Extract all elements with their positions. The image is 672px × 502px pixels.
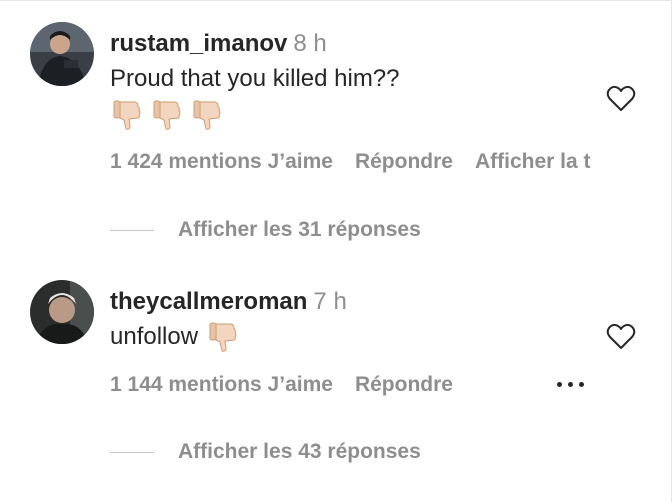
thumbs-down-icon: [113, 100, 141, 130]
comment-header: rustam_imanov 8 h: [110, 30, 630, 58]
comment-body: theycallmeroman 7 h unfollow: [110, 288, 630, 354]
heart-icon[interactable]: [606, 84, 636, 114]
view-replies-label: Afficher les 43 réponses: [178, 440, 421, 463]
dot: [579, 382, 584, 387]
thumbs-down-icon: [153, 100, 181, 130]
comment-text: unfollow: [110, 320, 630, 354]
thumbs-down-icon: [193, 100, 221, 130]
reply-button[interactable]: Répondre: [355, 373, 453, 396]
see-translation-link[interactable]: Afficher la t: [475, 150, 591, 173]
more-options-icon[interactable]: [557, 382, 584, 387]
avatar[interactable]: [30, 22, 94, 86]
comment-text: Proud that you killed him??: [110, 65, 400, 92]
username-link[interactable]: theycallmeroman: [110, 288, 307, 315]
thumbs-down-icon: [209, 322, 237, 352]
comment-text-content: unfollow: [110, 323, 199, 350]
comment-body: rustam_imanov 8 h Proud that you killed h…: [110, 30, 630, 132]
view-replies-button[interactable]: Afficher les 43 réponses: [110, 440, 421, 464]
username-link[interactable]: rustam_imanov: [110, 30, 287, 57]
comment-actions: 1 424 mentions J’aime Répondre Afficher la…: [110, 150, 668, 174]
view-replies-button[interactable]: Afficher les 31 réponses: [110, 218, 421, 242]
emoji-row: [110, 98, 630, 132]
likes-count-link[interactable]: 1 424 mentions J’aime: [110, 150, 333, 173]
view-replies-label: Afficher les 31 réponses: [178, 218, 421, 241]
comment-header: theycallmeroman 7 h: [110, 288, 630, 316]
likes-count-link[interactable]: 1 144 mentions J’aime: [110, 373, 333, 396]
reply-button[interactable]: Répondre: [355, 150, 453, 173]
avatar[interactable]: [30, 280, 94, 344]
heart-icon[interactable]: [606, 322, 636, 352]
timestamp[interactable]: 7 h: [313, 288, 346, 315]
timestamp[interactable]: 8 h: [293, 30, 326, 57]
replies-divider: [110, 229, 154, 231]
dot: [568, 382, 573, 387]
dot: [557, 382, 562, 387]
comment-actions: 1 144 mentions J’aime Répondre: [110, 373, 668, 397]
frame-top-border: [0, 0, 672, 1]
replies-divider: [110, 451, 154, 453]
